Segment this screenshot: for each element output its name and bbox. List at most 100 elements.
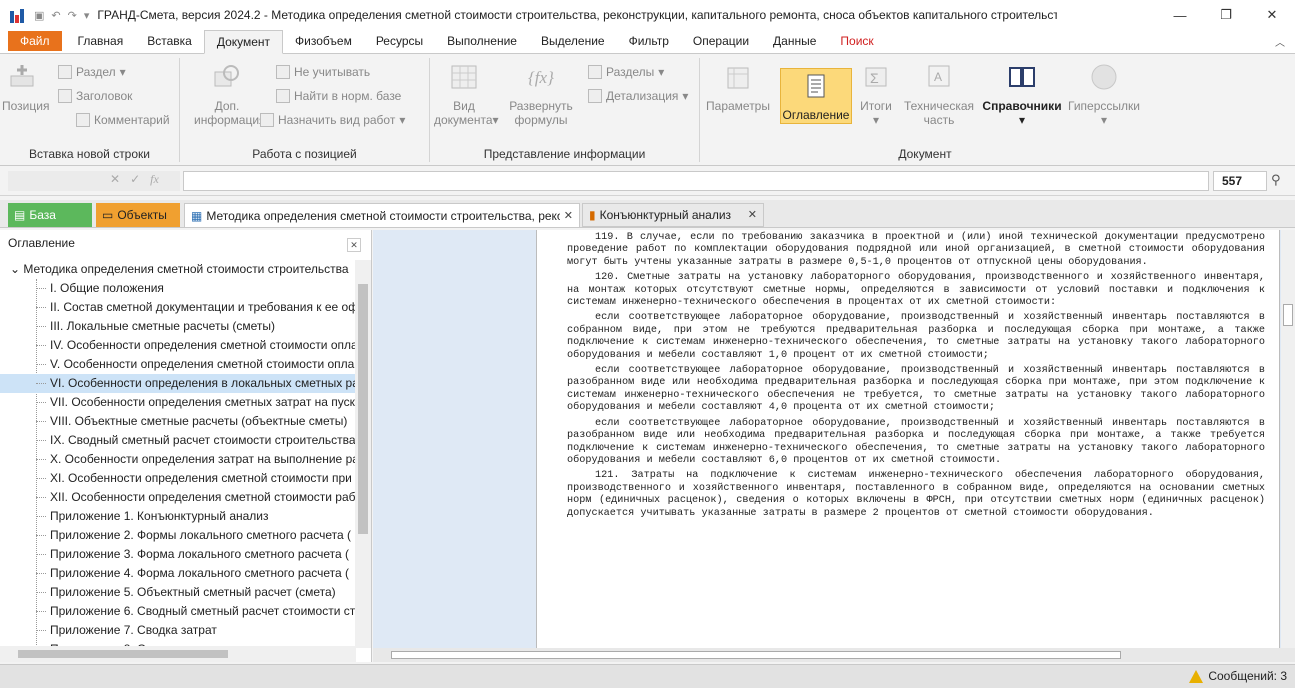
expand-chevron-icon[interactable]: ⌄	[10, 262, 23, 276]
accept-icon[interactable]: ✓	[130, 172, 140, 187]
expand-formulas-button[interactable]: {fx} Развернуть формулы	[506, 62, 576, 127]
formula-input[interactable]	[183, 171, 1209, 191]
app-icon[interactable]	[10, 7, 26, 23]
messages-indicator[interactable]: Сообщений: 3	[1189, 669, 1287, 683]
tree-item[interactable]: IV. Особенности определения сметной стои…	[0, 336, 356, 355]
contents-button[interactable]: Оглавление	[780, 68, 852, 124]
tab-operations[interactable]: Операции	[681, 31, 761, 53]
tree-item[interactable]: VII. Особенности определения сметных зат…	[0, 393, 356, 412]
formula-bar: ✕ ✓ fx 557 ⚲	[0, 166, 1295, 196]
tree-item[interactable]: Приложение 3. Форма локального сметного …	[0, 545, 356, 564]
tab-resources[interactable]: Ресурсы	[364, 31, 435, 53]
tab-market-analysis[interactable]: ▮ Конъюнктурный анализ ✕	[582, 203, 764, 227]
save-icon[interactable]: ▣	[34, 9, 44, 22]
close-tab-icon[interactable]: ✕	[748, 204, 757, 226]
totals-button[interactable]: Σ Итоги ▾	[856, 62, 896, 127]
ignore-button[interactable]: Не учитывать	[276, 62, 370, 82]
window-controls: — ❐ ✕	[1157, 0, 1295, 30]
qa-menu-icon[interactable]: ▾	[84, 9, 90, 22]
svg-text:Σ: Σ	[870, 70, 879, 86]
minimize-button[interactable]: —	[1157, 0, 1203, 30]
contents-tree: ⌄ Методика определения сметной стоимости…	[0, 260, 356, 648]
tab-filter[interactable]: Фильтр	[617, 31, 681, 53]
tab-objects[interactable]: ▭ Объекты	[96, 203, 180, 227]
tab-methodology-document[interactable]: ▦ Методика определения сметной стоимости …	[184, 203, 580, 227]
extra-info-button[interactable]: Доп. информация	[194, 62, 266, 127]
contents-vertical-scrollbar[interactable]	[355, 260, 371, 648]
tree-item[interactable]: VI. Особенности определения в локальных …	[0, 374, 356, 393]
section-button[interactable]: Раздел ▾	[58, 62, 126, 82]
tab-selection[interactable]: Выделение	[529, 31, 617, 53]
search-icon[interactable]: ⚲	[1271, 172, 1281, 188]
tree-item[interactable]: V. Особенности определения сметной стоим…	[0, 355, 356, 374]
tab-base[interactable]: ▤ База	[8, 203, 92, 227]
restore-button[interactable]: ❐	[1203, 0, 1249, 30]
folder-icon: ▭	[102, 208, 114, 222]
contents-panel: Оглавление ✕ ⌄ Методика определения смет…	[0, 230, 372, 662]
contents-horizontal-scrollbar[interactable]	[0, 646, 356, 662]
tree-item[interactable]: Приложение 7. Сводка затрат	[0, 621, 356, 640]
close-tab-icon[interactable]: ✕	[564, 205, 573, 227]
tree-item[interactable]: IX. Сводный сметный расчет стоимости стр…	[0, 431, 356, 450]
position-icon	[10, 65, 34, 87]
position-group-label: Работа с позицией	[252, 147, 357, 161]
tree-item[interactable]: Приложение 1. Конъюнктурный анализ	[0, 507, 356, 526]
tab-file[interactable]: Файл	[8, 31, 62, 51]
row-number-field[interactable]: 557	[1213, 171, 1267, 191]
position-button[interactable]: Позиция	[2, 62, 49, 113]
document-paragraph: 121. Затраты на подключение к системам и…	[567, 470, 1265, 519]
tab-document[interactable]: Документ	[203, 30, 284, 54]
scroll-thumb[interactable]	[1283, 304, 1293, 326]
tree-item[interactable]: II. Состав сметной документации и требов…	[0, 298, 356, 317]
scroll-thumb[interactable]	[358, 284, 368, 534]
tree-item[interactable]: XI. Особенности определения сметной стои…	[0, 469, 356, 488]
tree-item[interactable]: Приложение 4. Форма локального сметного …	[0, 564, 356, 583]
tree-item[interactable]: Приложение 5. Объектный сметный расчет (…	[0, 583, 356, 602]
tech-part-button[interactable]: A Техническая часть	[904, 62, 974, 127]
ribbon-collapse-icon[interactable]: ︿	[1275, 34, 1285, 49]
ribbon-tabs: Файл Главная Вставка Документ Физобъем Р…	[0, 30, 1295, 54]
document-horizontal-scrollbar[interactable]	[373, 648, 1295, 662]
find-norm-button[interactable]: Найти в норм. базе	[276, 86, 401, 106]
undo-icon[interactable]: ↶	[51, 9, 60, 22]
assign-work-type-button[interactable]: Назначить вид работ ▾	[260, 110, 405, 130]
tab-physvolume[interactable]: Физобъем	[283, 31, 364, 53]
tree-item[interactable]: Приложение 2. Формы локального сметного …	[0, 526, 356, 545]
tab-execution[interactable]: Выполнение	[435, 31, 529, 53]
tree-root[interactable]: ⌄ Методика определения сметной стоимости…	[0, 260, 356, 279]
tree-item[interactable]: Приложение 6. Сводный сметный расчет сто…	[0, 602, 356, 621]
tree-item[interactable]: I. Общие положения	[0, 279, 356, 298]
scroll-thumb[interactable]	[391, 651, 1121, 659]
redo-icon[interactable]: ↷	[68, 9, 77, 22]
close-button[interactable]: ✕	[1249, 0, 1295, 30]
contents-panel-title: Оглавление	[8, 236, 75, 250]
comment-button[interactable]: Комментарий	[76, 110, 170, 130]
tree-item[interactable]: XII. Особенности определения сметной сто…	[0, 488, 356, 507]
insert-group-label: Вставка новой строки	[29, 147, 150, 161]
status-bar: Сообщений: 3	[0, 664, 1295, 688]
parameters-button[interactable]: Параметры	[706, 62, 770, 113]
tab-home[interactable]: Главная	[66, 31, 136, 53]
sections-button[interactable]: Разделы ▾	[588, 62, 664, 82]
references-button[interactable]: Справочники ▾	[982, 62, 1062, 127]
detail-button[interactable]: Детализация ▾	[588, 86, 688, 106]
detail-icon	[588, 89, 602, 103]
tree-item[interactable]: III. Локальные сметные расчеты (сметы)	[0, 317, 356, 336]
tree-item[interactable]: X. Особенности определения затрат на вып…	[0, 450, 356, 469]
document-vertical-scrollbar[interactable]	[1281, 230, 1295, 648]
hyperlinks-button[interactable]: Гиперссылки ▾	[1066, 62, 1142, 127]
tab-search[interactable]: Поиск	[828, 31, 885, 53]
close-panel-button[interactable]: ✕	[347, 238, 361, 252]
heading-button[interactable]: Заголовок	[58, 86, 132, 106]
cancel-icon[interactable]: ✕	[110, 172, 120, 187]
tab-data[interactable]: Данные	[761, 31, 828, 53]
tab-insert[interactable]: Вставка	[135, 31, 204, 53]
document-view-button[interactable]: Вид документа▾	[434, 62, 499, 127]
document-paragraph: если соответствующее лабораторное оборуд…	[567, 312, 1265, 361]
document-paragraph: если соответствующее лабораторное оборуд…	[567, 417, 1265, 466]
document-paragraph: если соответствующее лабораторное оборуд…	[567, 365, 1265, 414]
section-icon	[58, 65, 72, 79]
tree-item[interactable]: VIII. Объектные сметные расчеты (объектн…	[0, 412, 356, 431]
fx-icon[interactable]: fx	[150, 172, 159, 187]
scroll-thumb[interactable]	[18, 650, 228, 658]
